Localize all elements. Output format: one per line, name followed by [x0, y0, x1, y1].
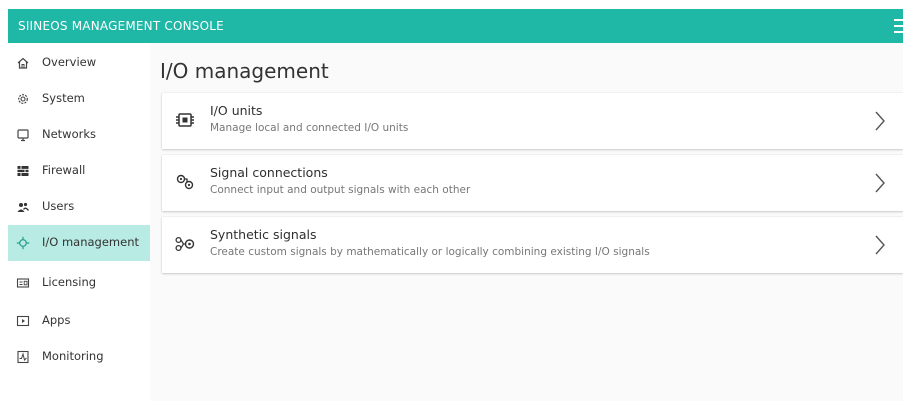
- sidebar-item-monitoring[interactable]: Monitoring: [8, 339, 150, 375]
- card-signal-connections[interactable]: Signal connections Connect input and out…: [162, 155, 903, 211]
- app-frame: SIINEOS MANAGEMENT CONSOLE Overview Syst…: [0, 0, 903, 401]
- chevron-right-icon: [875, 235, 885, 255]
- sidebar-item-label: Monitoring: [42, 349, 104, 363]
- card-description: Manage local and connected I/O units: [210, 122, 409, 134]
- apps-icon: [16, 315, 30, 327]
- hamburger-menu-icon[interactable]: [894, 17, 903, 35]
- sidebar-item-label: Networks: [42, 127, 97, 141]
- sidebar-item-label: Overview: [42, 55, 97, 69]
- app-title: SIINEOS MANAGEMENT CONSOLE: [18, 19, 224, 33]
- sidebar-item-apps[interactable]: Apps: [8, 303, 150, 339]
- firewall-icon: [17, 166, 29, 176]
- sidebar: Overview System Networks Firewall Users …: [8, 43, 150, 401]
- chevron-right-icon: [875, 111, 885, 131]
- sidebar-item-networks[interactable]: Networks: [8, 117, 150, 153]
- card-title: I/O units: [210, 103, 263, 118]
- gear-icon: [18, 94, 28, 104]
- io-management-icon: [16, 236, 30, 250]
- page-title: I/O management: [160, 59, 329, 83]
- sidebar-item-licensing[interactable]: Licensing: [8, 265, 150, 301]
- sidebar-item-label: Licensing: [42, 275, 97, 289]
- io-unit-icon: [176, 113, 194, 127]
- sidebar-item-firewall[interactable]: Firewall: [8, 153, 150, 189]
- license-icon: [16, 278, 30, 288]
- card-title: Synthetic signals: [210, 227, 317, 242]
- sidebar-item-io-management[interactable]: I/O management: [8, 225, 150, 261]
- monitoring-icon: [17, 350, 29, 364]
- main-content: I/O management I/O units Manage local an…: [150, 43, 903, 401]
- top-bar: SIINEOS MANAGEMENT CONSOLE: [8, 9, 903, 43]
- monitor-icon: [17, 129, 29, 142]
- card-io-units[interactable]: I/O units Manage local and connected I/O…: [162, 93, 903, 149]
- sidebar-item-label: I/O management: [42, 235, 140, 249]
- card-title: Signal connections: [210, 165, 328, 180]
- sidebar-item-system[interactable]: System: [8, 81, 150, 117]
- sidebar-item-overview[interactable]: Overview: [8, 45, 150, 81]
- card-description: Connect input and output signals with ea…: [210, 184, 471, 196]
- sidebar-item-label: Firewall: [42, 163, 86, 177]
- sidebar-item-users[interactable]: Users: [8, 189, 150, 225]
- signal-connection-icon: [176, 174, 194, 190]
- sidebar-item-label: Apps: [42, 313, 71, 327]
- chevron-right-icon: [875, 173, 885, 193]
- sidebar-item-label: System: [42, 91, 85, 105]
- home-icon: [17, 57, 29, 69]
- sidebar-item-label: Users: [42, 199, 75, 213]
- card-description: Create custom signals by mathematically …: [210, 246, 650, 258]
- card-synthetic-signals[interactable]: Synthetic signals Create custom signals …: [162, 217, 903, 273]
- synthetic-signal-icon: [175, 236, 195, 252]
- users-icon: [17, 202, 30, 212]
